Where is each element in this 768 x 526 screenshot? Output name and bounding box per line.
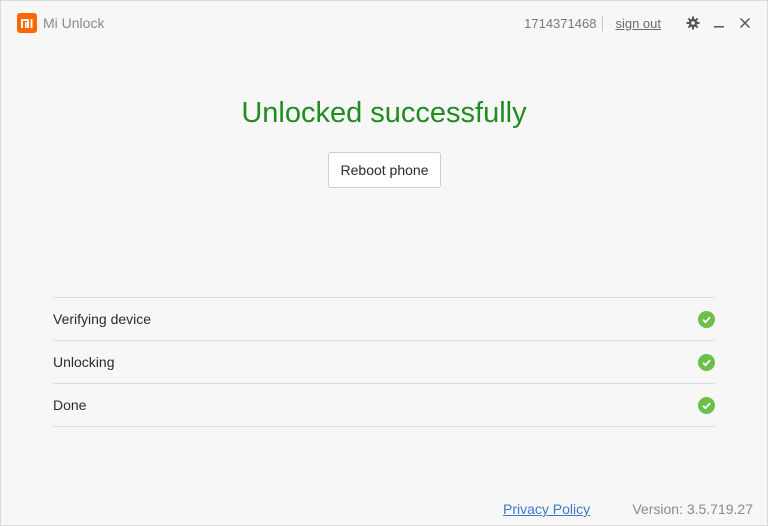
user-id: 1714371468 [524,15,604,31]
version-label: Version: 3.5.719.27 [632,501,753,517]
progress-steps: Verifying device Unlocking Done [53,297,715,427]
gear-icon[interactable] [685,15,701,31]
app-title: Mi Unlock [43,15,105,31]
reboot-phone-button[interactable]: Reboot phone [328,152,441,188]
title-bar: Mi Unlock 1714371468 sign out [1,1,767,45]
step-row: Done [53,384,715,427]
status-headline: Unlocked successfully [241,97,527,129]
step-row: Verifying device [53,298,715,341]
mi-logo-glyph [21,19,33,28]
step-label: Unlocking [53,354,115,370]
check-circle-icon [698,354,715,371]
check-circle-icon [698,397,715,414]
step-row: Unlocking [53,341,715,384]
mi-logo-icon [17,13,37,33]
window-controls: 1714371468 sign out [524,13,753,33]
close-icon[interactable] [737,15,753,31]
mi-unlock-window: Mi Unlock 1714371468 sign out Unlocked s… [0,0,768,526]
minimize-icon[interactable] [711,15,727,31]
step-label: Done [53,397,87,413]
check-circle-icon [698,311,715,328]
brand: Mi Unlock [17,13,104,33]
privacy-policy-link[interactable]: Privacy Policy [503,501,590,517]
footer: Privacy Policy Version: 3.5.719.27 [1,501,767,521]
sign-out-link[interactable]: sign out [615,16,661,31]
step-label: Verifying device [53,311,152,327]
